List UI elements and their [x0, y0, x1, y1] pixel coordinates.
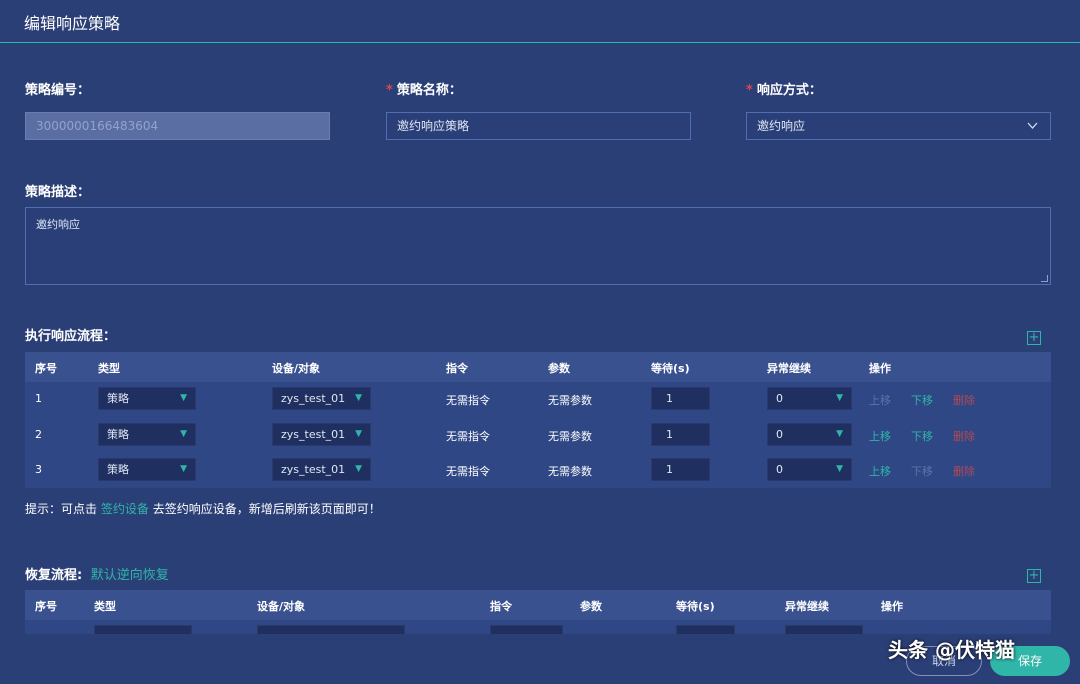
- device-select[interactable]: [257, 625, 405, 634]
- triangle-down-icon: ▼: [836, 464, 843, 474]
- delete-button[interactable]: 删除: [953, 392, 975, 408]
- triangle-down-icon: ▼: [355, 429, 362, 439]
- triangle-down-icon: ▼: [355, 464, 362, 474]
- plus-square-icon: +: [1028, 568, 1040, 583]
- plus-square-icon: +: [1028, 330, 1040, 345]
- row-no: 3: [35, 463, 42, 476]
- triangle-down-icon: ▼: [180, 393, 187, 403]
- col-no: 序号: [35, 362, 57, 375]
- device-select[interactable]: zys_test_01 ▼: [272, 387, 371, 410]
- add-exec-step-button[interactable]: +: [1027, 331, 1041, 345]
- wait-input[interactable]: 1: [651, 423, 710, 446]
- on-error-select[interactable]: 0 ▼: [767, 458, 852, 481]
- resize-handle[interactable]: [1041, 275, 1048, 282]
- table-row: 1 策略 ▼ zys_test_01 ▼ 无需指令 无需参数 1 0 ▼ 上移 下移 …: [25, 382, 1051, 417]
- col-no: 序号: [35, 600, 57, 613]
- move-up-button[interactable]: 上移: [869, 392, 891, 408]
- triangle-down-icon: ▼: [180, 429, 187, 439]
- wait-input[interactable]: [676, 625, 735, 634]
- on-error-select[interactable]: 0 ▼: [767, 423, 852, 446]
- col-params: 参数: [548, 362, 570, 375]
- col-command: 指令: [446, 362, 468, 375]
- col-command: 指令: [490, 600, 512, 613]
- description-label: 策略描述：: [25, 185, 91, 200]
- device-select[interactable]: zys_test_01 ▼: [272, 423, 371, 446]
- description-value: 邀约响应: [36, 218, 80, 231]
- exec-flow-title: 执行响应流程：: [25, 329, 117, 344]
- exec-flow-table: 序号 类型 设备/对象 指令 参数 等待(s) 异常继续 操作 1 策略 ▼ zy…: [25, 352, 1051, 488]
- move-down-button[interactable]: 下移: [911, 463, 933, 479]
- required-mark: *: [386, 83, 393, 98]
- col-type: 类型: [98, 362, 120, 375]
- policy-name-field[interactable]: 邀约响应策略: [386, 112, 691, 140]
- col-ops: 操作: [881, 600, 903, 613]
- chevron-down-icon: [1027, 113, 1038, 148]
- type-select[interactable]: 策略 ▼: [98, 387, 196, 410]
- col-device: 设备/对象: [257, 600, 306, 613]
- move-down-button[interactable]: 下移: [911, 428, 933, 444]
- row-no: 1: [35, 392, 42, 405]
- type-select[interactable]: 策略 ▼: [98, 423, 196, 446]
- response-mode-select[interactable]: 邀约响应: [746, 112, 1051, 140]
- command-cell: 无需指令: [446, 430, 490, 443]
- col-on-error: 异常继续: [767, 362, 811, 375]
- wait-input[interactable]: 1: [651, 458, 710, 481]
- device-select[interactable]: zys_test_01 ▼: [272, 458, 371, 481]
- row-no: 2: [35, 428, 42, 441]
- col-device: 设备/对象: [272, 362, 321, 375]
- move-up-button[interactable]: 上移: [869, 463, 891, 479]
- params-cell: 无需参数: [548, 394, 592, 407]
- policy-id-label: 策略编号：: [25, 83, 91, 98]
- triangle-down-icon: ▼: [836, 393, 843, 403]
- col-params: 参数: [580, 600, 602, 613]
- move-up-button[interactable]: 上移: [869, 428, 891, 444]
- params-cell: 无需参数: [548, 430, 592, 443]
- table-row: 3 策略 ▼ zys_test_01 ▼ 无需指令 无需参数 1 0 ▼ 上移 下移 …: [25, 453, 1051, 488]
- hint-text: 提示：可点击 签约设备 去签约响应设备，新增后刷新该页面即可！: [25, 502, 381, 516]
- recover-flow-title: 恢复流程: 默认逆向恢复: [25, 568, 169, 583]
- required-mark: *: [746, 83, 753, 98]
- command-cell: 无需指令: [446, 465, 490, 478]
- table-row-partial: [25, 620, 1051, 634]
- move-down-button[interactable]: 下移: [911, 392, 933, 408]
- col-ops: 操作: [869, 362, 891, 375]
- on-error-select[interactable]: 0 ▼: [767, 387, 852, 410]
- params-cell: 无需参数: [548, 465, 592, 478]
- sign-device-link[interactable]: 签约设备: [101, 502, 149, 516]
- add-recover-step-button[interactable]: +: [1027, 569, 1041, 583]
- command-cell: 无需指令: [446, 394, 490, 407]
- description-textarea[interactable]: 邀约响应: [25, 207, 1051, 285]
- dialog-header: 编辑响应策略: [0, 0, 1080, 43]
- response-mode-value: 邀约响应: [757, 119, 806, 133]
- recover-flow-table: 序号 类型 设备/对象 指令 参数 等待(s) 异常继续 操作: [25, 590, 1051, 634]
- response-mode-label: * 响应方式：: [746, 83, 822, 98]
- command-select[interactable]: [490, 625, 563, 634]
- col-wait: 等待(s): [651, 362, 690, 375]
- triangle-down-icon: ▼: [180, 464, 187, 474]
- exec-table-header: 序号 类型 设备/对象 指令 参数 等待(s) 异常继续 操作: [25, 352, 1051, 382]
- policy-id-field: 3000000166483604: [25, 112, 330, 140]
- table-row: 2 策略 ▼ zys_test_01 ▼ 无需指令 无需参数 1 0 ▼ 上移 下移 …: [25, 418, 1051, 453]
- watermark-text: 头条 @伏特猫: [888, 638, 1015, 662]
- on-error-select[interactable]: [785, 625, 863, 634]
- triangle-down-icon: ▼: [836, 429, 843, 439]
- triangle-down-icon: ▼: [355, 393, 362, 403]
- col-on-error: 异常继续: [785, 600, 829, 613]
- delete-button[interactable]: 删除: [953, 428, 975, 444]
- dialog-title: 编辑响应策略: [24, 14, 121, 33]
- col-wait: 等待(s): [676, 600, 715, 613]
- recover-table-header: 序号 类型 设备/对象 指令 参数 等待(s) 异常继续 操作: [25, 590, 1051, 620]
- delete-button[interactable]: 删除: [953, 463, 975, 479]
- default-reverse-recover-link[interactable]: 默认逆向恢复: [91, 568, 169, 583]
- wait-input[interactable]: 1: [651, 387, 710, 410]
- type-select[interactable]: 策略 ▼: [98, 458, 196, 481]
- type-select[interactable]: [94, 625, 192, 634]
- policy-name-label: * 策略名称：: [386, 83, 462, 98]
- col-type: 类型: [94, 600, 116, 613]
